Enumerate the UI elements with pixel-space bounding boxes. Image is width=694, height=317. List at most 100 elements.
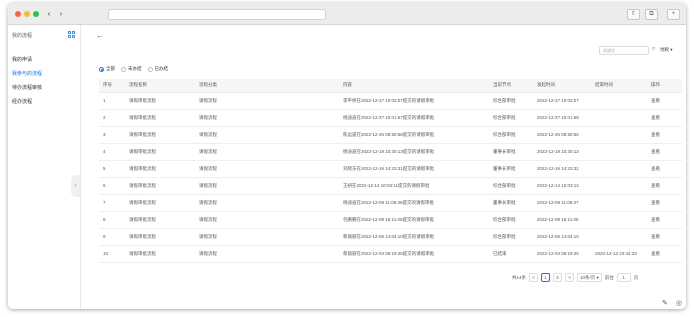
process-content: 包鹏鹏在2022-12-08 16:11:06提交的请假审批 [339,211,489,229]
main-content: ← 关键字 ⌕ 地税 ▾ 全部 未办结 已办结 序号 流程名称 流程分类 内容 … [82,25,686,309]
process-category: 请假流程 [195,160,339,178]
org-select[interactable]: 地税 ▾ [660,47,673,53]
process-name-link[interactable]: 请假审批流程 [125,245,195,263]
view-link[interactable]: 查看 [647,143,682,161]
page-1-button[interactable]: 1 [541,273,551,282]
process-name-link[interactable]: 请假审批流程 [125,228,195,246]
end-time [591,160,647,178]
current-node: 综合部审批 [489,228,533,246]
table-row: 5 请假审批流程 请假流程 刘晓东在2022-12-16 14:23:31提交的请假审… [99,160,682,178]
process-category: 请假流程 [195,194,339,212]
address-bar[interactable] [108,9,326,20]
minimize-window-button[interactable] [24,11,30,17]
process-name-link[interactable]: 请假审批流程 [125,109,195,127]
new-tab-icon[interactable]: + [667,9,680,20]
process-category: 请假流程 [195,109,339,127]
row-number: 4 [99,143,125,161]
end-time [591,143,647,161]
row-number: 2 [99,109,125,127]
process-content: 杨迪迪在2022-12-09 11:06:36提交的请假审批 [339,194,489,212]
current-node: 综合部审批 [489,177,533,195]
table-row: 6 请假审批流程 请假流程 王妍在2022-12-14 10:03:11提交的请假审批… [99,177,682,195]
process-name-link[interactable]: 请假审批流程 [125,160,195,178]
start-time: 2022-12-14 10:03:12 [533,177,591,195]
table-row: 4 请假审批流程 请假流程 杨迪迪在2022-12-19 10:30:13提交的请假审… [99,143,682,161]
start-time: 2022-12-09 11:06:37 [533,194,591,212]
search-input[interactable]: 关键字 [599,46,649,55]
table-row: 7 请假审批流程 请假流程 杨迪迪在2022-12-09 11:06:36提交的请假审… [99,194,682,212]
end-time [591,109,647,127]
process-content: 蔡丽丽在2022-12-04 09:19:25提交的请假审批 [339,245,489,263]
current-node: 综合部审批 [489,126,533,144]
process-name-link[interactable]: 请假审批流程 [125,211,195,229]
status-filter: 全部 未办结 已办结 [99,66,168,72]
table-row: 2 请假审批流程 请假流程 杨迪迪在2022-12-27 10:01:57提交的请假审… [99,109,682,127]
process-name-link[interactable]: 请假审批流程 [125,92,195,110]
goto-label: 前往 [604,274,614,280]
page-size-select[interactable]: 10条/页 ▾ [577,273,602,282]
maximize-window-button[interactable] [33,11,39,17]
process-name-link[interactable]: 请假审批流程 [125,177,195,195]
process-content: 杨迪迪在2022-12-19 10:30:13提交的请假审批 [339,143,489,161]
row-number: 6 [99,177,125,195]
table-row: 1 请假审批流程 请假流程 李平桥在2022-12-27 10:02:07提交的请假审… [99,92,682,110]
next-page-button[interactable]: > [565,273,575,282]
process-category: 请假流程 [195,177,339,195]
column-header: 发起时间 [533,79,591,93]
process-content: 杨迪迪在2022-12-27 10:01:57提交的请假审批 [339,109,489,127]
target-icon[interactable]: ◎ [676,299,682,307]
view-link[interactable]: 查看 [647,109,682,127]
search-icon[interactable]: ⌕ [652,46,655,53]
view-link[interactable]: 查看 [647,177,682,195]
pagination: 共14条 < 1 2 > 10条/页 ▾ 前往 1 页 [512,273,638,282]
view-link[interactable]: 查看 [647,228,682,246]
process-table: 序号 流程名称 流程分类 内容 当前节点 发起时间 结束时间 操作 1 请假审批流… [99,79,682,263]
goto-page-input[interactable]: 1 [616,273,631,282]
process-name-link[interactable]: 请假审批流程 [125,126,195,144]
share-icon[interactable]: ⇧ [627,9,640,20]
page-2-button[interactable]: 2 [553,273,563,282]
prev-page-button[interactable]: < [529,273,539,282]
back-arrow-icon[interactable]: ← [96,31,104,40]
goto-suffix: 页 [633,274,639,280]
sidebar-item-handled[interactable]: 经办流程 [12,98,32,105]
filter-all[interactable]: 全部 [99,66,115,72]
filter-finished[interactable]: 已办结 [147,66,168,72]
filter-unfinished[interactable]: 未办结 [121,66,142,72]
tabs-icon[interactable]: ⧉ [645,9,658,20]
view-link[interactable]: 查看 [647,194,682,212]
process-category: 请假流程 [195,92,339,110]
process-category: 请假流程 [195,245,339,263]
view-link[interactable]: 查看 [647,211,682,229]
end-time [591,126,647,144]
collapse-sidebar-icon[interactable]: ‹ [71,175,80,197]
current-node: 董事长审批 [489,194,533,212]
column-header: 结束时间 [591,79,647,93]
close-window-button[interactable] [15,11,21,17]
view-link[interactable]: 查看 [647,92,682,110]
forward-nav-icon[interactable]: › [56,9,66,19]
sidebar-item-participated[interactable]: 我参与的流程 [12,70,42,77]
current-node: 董事长审批 [489,160,533,178]
process-content: 王妍在2022-12-14 10:03:11提交的请假审批 [339,177,489,195]
sidebar-item-my-applications[interactable]: 我的申请 [12,56,32,63]
back-nav-icon[interactable]: ‹ [44,9,54,19]
process-name-link[interactable]: 请假审批流程 [125,143,195,161]
row-number: 8 [99,211,125,229]
start-time: 2022-12-26 08:50:56 [533,126,591,144]
process-name-link[interactable]: 请假审批流程 [125,194,195,212]
view-link[interactable]: 查看 [647,160,682,178]
start-time: 2022-12-16 14:23:32 [533,160,591,178]
end-time [591,177,647,195]
table-header: 序号 流程名称 流程分类 内容 当前节点 发起时间 结束时间 操作 [99,79,682,93]
view-link[interactable]: 查看 [647,245,682,263]
grid-icon[interactable] [68,31,75,38]
start-time: 2022-12-08 16:11:06 [533,211,591,229]
row-number: 3 [99,126,125,144]
edit-icon[interactable]: ✎ [662,299,668,307]
process-content: 刘晓东在2022-12-16 14:23:31提交的请假审批 [339,160,489,178]
column-header: 当前节点 [489,79,533,93]
view-link[interactable]: 查看 [647,126,682,144]
end-time [591,194,647,212]
sidebar-item-pending-review[interactable]: 待办流程审核 [12,84,42,91]
